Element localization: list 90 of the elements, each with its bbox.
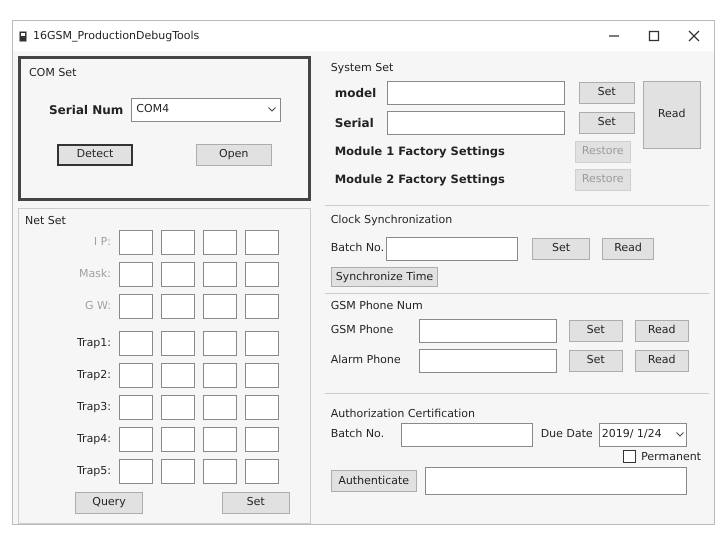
field-label: Alarm Phone bbox=[330, 352, 402, 368]
input-field[interactable] bbox=[161, 458, 195, 484]
group-title: COM Set bbox=[29, 65, 76, 81]
field-label: Trap1: bbox=[76, 334, 111, 351]
input-field[interactable] bbox=[424, 467, 687, 495]
date-value: 2019/ 1/24 bbox=[602, 426, 662, 442]
input-field[interactable] bbox=[203, 394, 237, 420]
button[interactable]: Read bbox=[642, 80, 701, 148]
input-field[interactable] bbox=[161, 294, 195, 318]
button[interactable]: Synchronize Time bbox=[330, 266, 438, 287]
field-label: GSM Phone bbox=[330, 322, 394, 338]
button[interactable]: Open bbox=[196, 144, 272, 166]
input-field[interactable] bbox=[119, 394, 153, 420]
group-title: System Set bbox=[330, 60, 394, 76]
field-label: Due Date bbox=[540, 426, 593, 442]
input-field[interactable] bbox=[119, 294, 153, 318]
field-label: Batch No. bbox=[330, 426, 386, 442]
field-label: Serial bbox=[334, 114, 375, 132]
input-field[interactable] bbox=[119, 230, 153, 254]
button[interactable]: Set bbox=[578, 112, 635, 134]
input-field[interactable] bbox=[119, 426, 153, 452]
button[interactable]: Read bbox=[634, 350, 689, 372]
input-field[interactable] bbox=[161, 362, 195, 388]
field-label: model bbox=[334, 84, 378, 102]
input-field[interactable] bbox=[161, 330, 195, 356]
group-title: Net Set bbox=[25, 213, 66, 229]
field-label: G W: bbox=[84, 298, 111, 314]
close-icon[interactable] bbox=[688, 30, 700, 42]
input-field[interactable] bbox=[245, 230, 279, 254]
input-field[interactable] bbox=[119, 458, 153, 484]
input-field[interactable] bbox=[245, 394, 279, 420]
group-title: GSM Phone Num bbox=[330, 298, 423, 314]
input-field[interactable] bbox=[203, 262, 237, 286]
input-field[interactable] bbox=[245, 458, 279, 484]
field-label: Serial Num bbox=[49, 102, 124, 118]
checkbox[interactable] bbox=[623, 450, 636, 464]
input-field[interactable] bbox=[161, 426, 195, 452]
field-label: Trap2: bbox=[76, 366, 111, 383]
button[interactable]: Set bbox=[532, 238, 590, 260]
input-field[interactable] bbox=[386, 110, 565, 134]
input-field[interactable] bbox=[119, 330, 153, 356]
field-label: Batch No. bbox=[330, 240, 384, 256]
field-label: Trap5: bbox=[76, 462, 111, 479]
input-field[interactable] bbox=[161, 230, 195, 254]
window-title: 16GSM_ProductionDebugTools bbox=[33, 28, 200, 44]
group-title: Authorization Certification bbox=[330, 406, 476, 422]
dropdown-value: COM4 bbox=[136, 101, 170, 118]
app-icon bbox=[19, 30, 27, 42]
input-field[interactable] bbox=[386, 236, 518, 260]
input-field[interactable] bbox=[245, 330, 279, 356]
input-field[interactable] bbox=[245, 426, 279, 452]
input-field[interactable] bbox=[400, 422, 533, 446]
caret-icon bbox=[268, 107, 276, 112]
button[interactable]: Read bbox=[634, 320, 689, 342]
field-label: Module 2 Factory Settings bbox=[334, 170, 506, 188]
dropdown[interactable]: COM4 bbox=[131, 98, 282, 122]
caret-icon bbox=[676, 432, 684, 437]
field-label: Module 1 Factory Settings bbox=[334, 142, 506, 160]
input-field[interactable] bbox=[245, 362, 279, 388]
input-field[interactable] bbox=[161, 394, 195, 420]
input-field[interactable] bbox=[245, 262, 279, 286]
input-field[interactable] bbox=[418, 318, 557, 342]
input-field[interactable] bbox=[161, 262, 195, 286]
field-label: Trap4: bbox=[76, 430, 111, 447]
button[interactable]: Set bbox=[568, 350, 623, 372]
input-field[interactable] bbox=[203, 294, 237, 318]
input-field[interactable] bbox=[203, 362, 237, 388]
group-title: Clock Synchronization bbox=[330, 212, 452, 228]
button[interactable]: Read bbox=[602, 238, 654, 260]
input-field[interactable] bbox=[203, 330, 237, 356]
date-picker[interactable]: 2019/ 1/24 bbox=[598, 422, 687, 446]
field-label: Trap3: bbox=[76, 398, 111, 415]
input-field[interactable] bbox=[119, 362, 153, 388]
input-field[interactable] bbox=[203, 458, 237, 484]
button[interactable]: Detect bbox=[57, 144, 133, 166]
button[interactable]: Set bbox=[222, 492, 290, 514]
field-label: Mask: bbox=[78, 266, 111, 282]
input-field[interactable] bbox=[386, 80, 565, 104]
button[interactable]: Query bbox=[75, 492, 143, 514]
input-field[interactable] bbox=[119, 262, 153, 286]
button[interactable]: Set bbox=[578, 82, 635, 104]
input-field[interactable] bbox=[245, 294, 279, 318]
input-field[interactable] bbox=[418, 348, 557, 372]
maximize-icon[interactable] bbox=[648, 30, 660, 42]
field-label: I P: bbox=[92, 234, 111, 250]
input-field[interactable] bbox=[203, 230, 237, 254]
checkbox-label: Permanent bbox=[641, 448, 701, 464]
button[interactable]: Set bbox=[568, 320, 623, 342]
input-field[interactable] bbox=[203, 426, 237, 452]
button[interactable]: Authenticate bbox=[330, 470, 417, 492]
